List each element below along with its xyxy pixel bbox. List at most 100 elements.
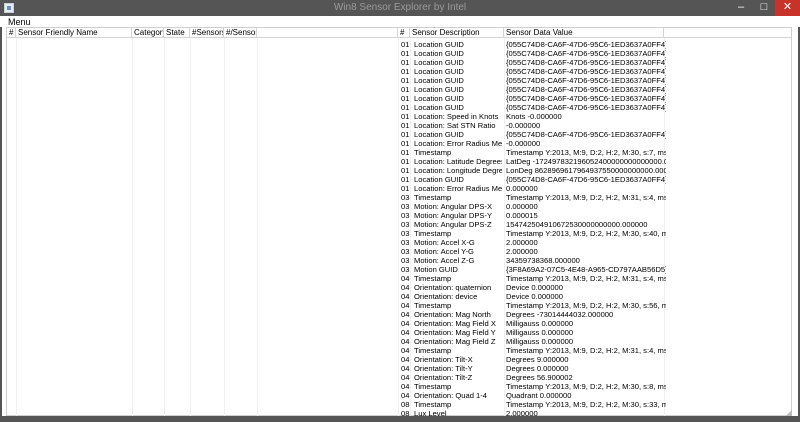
row-sensor-index: 04 <box>401 274 410 283</box>
row-sensor-description: Motion: Accel Z-G <box>414 256 475 265</box>
row-sensor-data-value: Milligauss 0.000000 <box>506 319 574 328</box>
row-sensor-description: Timestamp <box>414 400 452 409</box>
row-sensor-index: 03 <box>401 211 410 220</box>
row-sensor-index: 01 <box>401 94 410 103</box>
row-sensor-index: 01 <box>401 175 410 184</box>
row-sensor-description: Location: Error Radius Meters <box>414 184 502 193</box>
row-sensor-data-value: {3F8A69A2-07C5-4E48-A965-CD797AAB56D5}, … <box>506 265 666 274</box>
row-sensor-index: 01 <box>401 148 410 157</box>
row-sensor-description: Orientation: Quad 1-4 <box>414 391 488 400</box>
row-sensor-data-value: {055C74D8-CA6F-47D6-95C6-1ED3637A0FF4}, … <box>506 94 666 103</box>
row-sensor-index: 08 <box>401 409 410 418</box>
row-sensor-data-value: Timestamp Y:2013, M:9, D:2, H:2, M:31, s… <box>506 193 666 202</box>
row-sensor-data-value: 154742504910672530000000000.000000 <box>506 220 648 229</box>
row-sensor-index: 01 <box>401 184 410 193</box>
column-separator <box>190 38 191 416</box>
row-sensor-data-value: Knots -0.000000 <box>506 112 562 121</box>
col-header-num-sensors[interactable]: #Sensors <box>190 28 224 38</box>
column-separator <box>132 38 133 416</box>
list-view <box>6 27 792 416</box>
row-sensor-description: Timestamp <box>414 274 452 283</box>
row-sensor-index: 01 <box>401 166 410 175</box>
row-sensor-index: 04 <box>401 346 410 355</box>
row-sensor-data-value: 2.000000 <box>506 409 538 418</box>
row-sensor-index: 03 <box>401 238 410 247</box>
column-separator <box>224 38 225 416</box>
minimize-button[interactable]: – <box>729 0 753 16</box>
row-sensor-description: Timestamp <box>414 346 452 355</box>
row-sensor-description: Location GUID <box>414 94 464 103</box>
resize-grip[interactable] <box>786 410 792 416</box>
row-sensor-data-value: Milligauss 0.000000 <box>506 328 574 337</box>
close-button[interactable]: ✕ <box>775 0 800 16</box>
row-sensor-data-value: {055C74D8-CA6F-47D6-95C6-1ED3637A0FF4}, … <box>506 103 666 112</box>
row-sensor-index: 04 <box>401 310 410 319</box>
col-header-sensor-data-value[interactable]: Sensor Data Value <box>504 28 664 38</box>
row-sensor-data-value: 2.000000 <box>506 238 538 247</box>
row-sensor-index: 04 <box>401 283 410 292</box>
row-sensor-index: 01 <box>401 139 410 148</box>
col-header-category[interactable]: Category <box>132 28 164 38</box>
row-sensor-index: 01 <box>401 103 410 112</box>
row-sensor-index: 01 <box>401 157 410 166</box>
row-sensor-index: 03 <box>401 256 410 265</box>
row-sensor-data-value: {055C74D8-CA6F-47D6-95C6-1ED3637A0FF4}, … <box>506 175 666 184</box>
row-sensor-description: Location GUID <box>414 76 464 85</box>
row-sensor-data-value: Degrees 56.900002 <box>506 373 573 382</box>
row-sensor-index: 01 <box>401 85 410 94</box>
row-sensor-data-value: LonDeg 8628969617964937550000000000.0000… <box>506 166 666 175</box>
row-sensor-index: 04 <box>401 391 410 400</box>
col-header-state[interactable]: State <box>164 28 190 38</box>
row-sensor-index: 04 <box>401 337 410 346</box>
row-sensor-description: Timestamp <box>414 193 452 202</box>
row-sensor-data-value: Timestamp Y:2013, M:9, D:2, H:2, M:30, s… <box>506 229 666 238</box>
row-sensor-description: Location GUID <box>414 67 464 76</box>
row-sensor-description: Timestamp <box>414 382 452 391</box>
row-sensor-data-value: 0.000015 <box>506 211 538 220</box>
col-header-sensor-description[interactable]: Sensor Description <box>410 28 504 38</box>
col-header-sensor-friendly-name[interactable]: Sensor Friendly Name <box>16 28 132 38</box>
row-sensor-data-value: {055C74D8-CA6F-47D6-95C6-1ED3637A0FF4}, … <box>506 40 666 49</box>
row-sensor-description: Location GUID <box>414 40 464 49</box>
row-sensor-data-value: -0.000000 <box>506 121 541 130</box>
row-sensor-data-value: Timestamp Y:2013, M:9, D:2, H:2, M:31, s… <box>506 346 666 355</box>
row-sensor-data-value: {055C74D8-CA6F-47D6-95C6-1ED3637A0FF4}, … <box>506 130 666 139</box>
row-sensor-description: Location: Error Radius Meters <box>414 139 502 148</box>
row-sensor-index: 01 <box>401 130 410 139</box>
row-sensor-index: 04 <box>401 301 410 310</box>
row-sensor-index: 08 <box>401 400 410 409</box>
row-sensor-index: 01 <box>401 40 410 49</box>
row-sensor-data-value: 0.000000 <box>506 202 538 211</box>
row-sensor-index: 04 <box>401 355 410 364</box>
row-sensor-description: Orientation: Mag Field X <box>414 319 496 328</box>
row-sensor-description: Orientation: Tilt-X <box>414 355 473 364</box>
row-sensor-data-value: Timestamp Y:2013, M:9, D:2, H:2, M:30, s… <box>506 301 666 310</box>
row-sensor-data-value: {055C74D8-CA6F-47D6-95C6-1ED3637A0FF4}, … <box>506 85 666 94</box>
maximize-button[interactable]: □ <box>752 0 776 16</box>
column-separator <box>504 38 505 416</box>
row-sensor-data-value: Milligauss 0.000000 <box>506 337 574 346</box>
menu-item-menu[interactable]: Menu <box>8 17 31 27</box>
row-sensor-description: Motion: Accel Y-G <box>414 247 474 256</box>
row-sensor-description: Orientation: quaternion <box>414 283 492 292</box>
row-sensor-data-value: {055C74D8-CA6F-47D6-95C6-1ED3637A0FF4}, … <box>506 49 666 58</box>
row-sensor-description: Location GUID <box>414 103 464 112</box>
row-sensor-description: Location GUID <box>414 175 464 184</box>
row-sensor-data-value: {055C74D8-CA6F-47D6-95C6-1ED3637A0FF4}, … <box>506 76 666 85</box>
col-header-per-sensor[interactable]: #/Sensor <box>224 28 257 38</box>
row-sensor-data-value: Degrees 9.000000 <box>506 355 569 364</box>
row-sensor-description: Location: Speed in Knots <box>414 112 499 121</box>
row-sensor-index: 04 <box>401 292 410 301</box>
row-sensor-index: 03 <box>401 202 410 211</box>
row-sensor-data-value: Device 0.000000 <box>506 283 563 292</box>
row-sensor-description: Motion: Angular DPS-X <box>414 202 493 211</box>
row-sensor-data-value: -0.000000 <box>506 139 541 148</box>
row-sensor-data-value: Degrees -73014444032.000000 <box>506 310 614 319</box>
row-sensor-description: Orientation: Mag Field Y <box>414 328 496 337</box>
col-header-data-index[interactable]: # <box>398 28 410 38</box>
row-sensor-index: 04 <box>401 382 410 391</box>
row-sensor-description: Location: Sat STN Ratio <box>414 121 496 130</box>
col-header-index[interactable]: # <box>7 28 16 38</box>
row-sensor-description: Orientation: Tilt-Z <box>414 373 473 382</box>
row-sensor-index: 04 <box>401 319 410 328</box>
